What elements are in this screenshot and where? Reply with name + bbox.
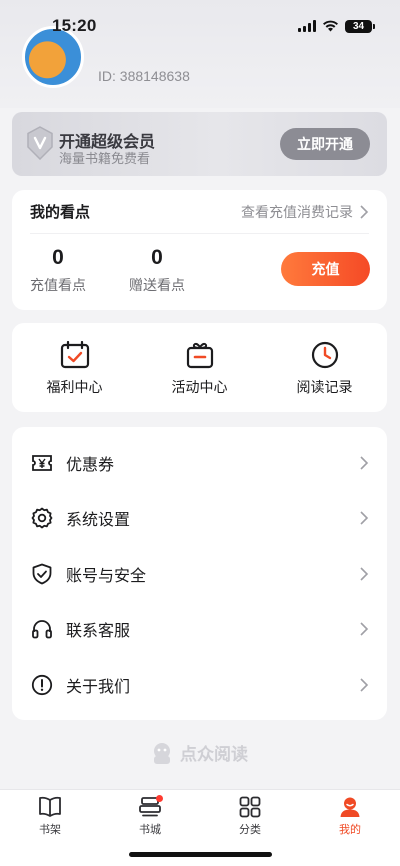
vip-subtitle: 海量书籍免费看 [59,151,151,166]
menu-label: 账号与安全 [66,567,147,585]
shortcut-card: 福利中心 活动中心 阅读记录 [12,323,387,412]
shortcut-label: 福利中心 [46,378,103,395]
points-header: 我的看点 查看充值消费记录 [30,190,369,234]
headset-icon [31,618,53,640]
menu-item-settings[interactable]: 系统设置 [12,491,387,547]
menu-label: 系统设置 [66,512,131,530]
chevron-right-icon [360,204,369,219]
tab-profile[interactable]: 我的 [300,790,400,866]
menu-label: 联系客服 [66,623,131,641]
status-bar: 15:20 34 [0,0,400,52]
recharge-history-label: 查看充值消费记录 [241,203,353,220]
shortcut-activity-center[interactable]: 活动中心 [137,323,262,412]
recharge-points-stat[interactable]: 0 充值看点 [30,246,86,295]
shortcut-label: 阅读记录 [296,378,353,395]
status-icons: 34 [298,19,375,33]
shield-icon [31,563,53,585]
recharge-button[interactable]: 充值 [281,252,370,286]
info-icon [31,674,53,696]
menu-item-customer-service[interactable]: 联系客服 [12,602,387,658]
menu-label: 关于我们 [66,678,131,696]
vip-badge-icon [27,126,53,160]
menu-item-coupons[interactable]: 优惠券 [12,435,387,491]
gift-points-stat[interactable]: 0 赠送看点 [129,246,185,295]
coupon-icon [31,452,53,474]
gift-icon [186,342,213,368]
profile-icon [340,797,360,817]
brand-name: 点众阅读 [180,745,248,764]
vip-banner[interactable]: 开通超级会员 海量书籍免费看 立即开通 [12,112,387,176]
gift-points-value: 0 [151,246,163,269]
status-time: 15:20 [52,16,97,35]
points-card: 我的看点 查看充值消费记录 0 充值看点 0 赠送看点 充值 [12,190,387,310]
clock-icon [311,341,338,368]
tab-label: 分类 [239,824,261,836]
battery-icon: 34 [345,19,375,33]
points-title: 我的看点 [30,204,91,221]
shortcut-reading-history[interactable]: 阅读记录 [262,323,387,412]
brand-mascot-icon [154,742,170,764]
tab-bookshelf[interactable]: 书架 [0,790,100,866]
open-vip-button[interactable]: 立即开通 [280,128,370,160]
tab-label: 我的 [339,824,361,836]
recharge-history-link[interactable]: 查看充值消费记录 [241,202,369,222]
shortcut-label: 活动中心 [171,378,228,395]
home-indicator [129,852,272,857]
book-icon [39,796,61,817]
user-id: ID: 388148638 [98,68,190,84]
brand-logo: 点众阅读 [150,740,248,765]
chevron-right-icon [360,678,369,692]
chevron-right-icon [360,622,369,636]
tab-label: 书城 [139,824,161,836]
grid-icon [239,796,261,818]
menu-item-about-us[interactable]: 关于我们 [12,657,387,713]
menu-label: 优惠券 [66,456,115,474]
gift-points-label: 赠送看点 [129,277,185,293]
calendar-check-icon [60,340,89,368]
recharge-points-value: 0 [52,246,64,269]
tab-label: 书架 [39,824,61,836]
menu-item-account-security[interactable]: 账号与安全 [12,546,387,602]
wifi-icon [323,20,338,32]
chevron-right-icon [360,511,369,525]
gear-icon [31,507,53,529]
notification-dot [156,795,163,802]
chevron-right-icon [360,567,369,581]
shortcut-welfare-center[interactable]: 福利中心 [12,323,137,412]
chevron-right-icon [360,456,369,470]
cellular-signal-icon [298,20,316,32]
recharge-points-label: 充值看点 [30,277,86,293]
menu-card: 优惠券 系统设置 账号与安全 联系客服 关于我们 [12,427,387,720]
